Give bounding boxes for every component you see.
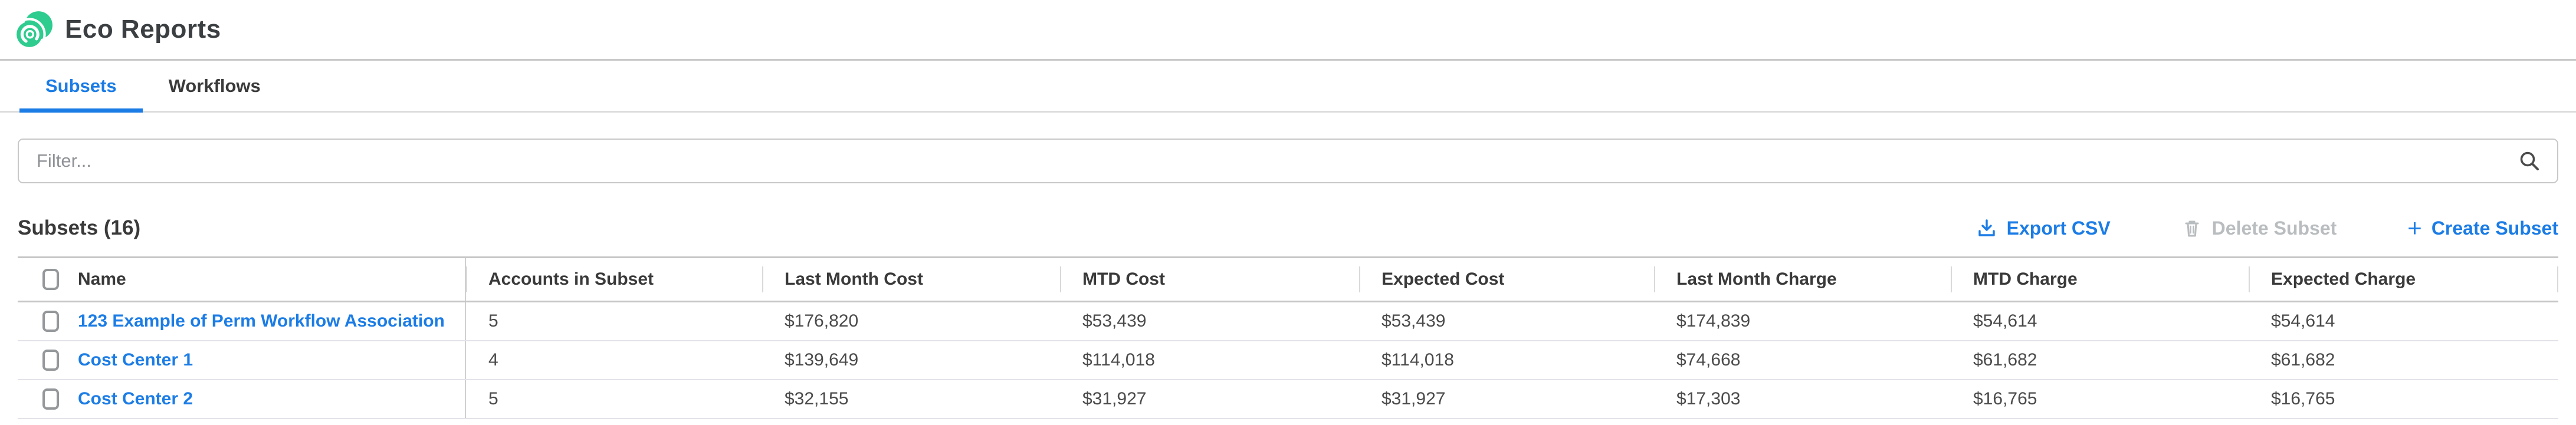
last-month-cost-cell: $32,155 (762, 380, 1060, 418)
last-month-cost-cell: $176,820 (762, 302, 1060, 340)
page-title: Eco Reports (65, 15, 221, 44)
row-checkbox[interactable] (42, 388, 59, 410)
subset-link[interactable]: Cost Center 2 (78, 389, 193, 409)
header-name-label: Name (78, 269, 126, 289)
mtd-cost-cell: $31,927 (1060, 380, 1359, 418)
accounts-cell: 5 (466, 380, 762, 418)
last-month-charge-cell: $174,839 (1654, 302, 1951, 340)
create-subset-label: Create Subset (2431, 218, 2558, 239)
tab-subsets[interactable]: Subsets (19, 61, 143, 111)
subset-link[interactable]: Cost Center 1 (78, 350, 193, 370)
search-icon[interactable] (2518, 150, 2541, 172)
subsets-table: Name Accounts in Subset Last Month Cost … (18, 256, 2558, 419)
table-row: 123 Example of Perm Workflow Association… (18, 302, 2558, 341)
header-mtd-charge: MTD Charge (1951, 258, 2249, 301)
delete-subset-label: Delete Subset (2212, 218, 2337, 239)
subset-link[interactable]: 123 Example of Perm Workflow Association (78, 311, 445, 331)
expected-cost-cell: $31,927 (1359, 380, 1654, 418)
filter-bar (18, 139, 2558, 183)
table-header: Name Accounts in Subset Last Month Cost … (18, 258, 2558, 302)
name-cell: 123 Example of Perm Workflow Association (18, 302, 466, 340)
mtd-charge-cell: $61,682 (1951, 341, 2249, 379)
expected-cost-cell: $53,439 (1359, 302, 1654, 340)
section-bar: Subsets (16) Export CSV Delete Subset + … (18, 216, 2558, 240)
accounts-cell: 4 (466, 341, 762, 379)
plus-icon: + (2407, 219, 2422, 237)
app-header: Eco Reports (0, 0, 2576, 61)
last-month-cost-cell: $139,649 (762, 341, 1060, 379)
table-actions: Export CSV Delete Subset + Create Subset (1976, 218, 2558, 239)
table-row: Cost Center 1 4 $139,649 $114,018 $114,0… (18, 341, 2558, 380)
mtd-cost-cell: $114,018 (1060, 341, 1359, 379)
eco-logo-icon (14, 10, 53, 49)
accounts-cell: 5 (466, 302, 762, 340)
section-title: Subsets (16) (18, 216, 140, 240)
delete-subset-button[interactable]: Delete Subset (2181, 218, 2337, 239)
tab-workflows[interactable]: Workflows (143, 61, 287, 111)
header-name: Name (18, 258, 466, 301)
header-last-month-charge: Last Month Charge (1654, 258, 1951, 301)
create-subset-button[interactable]: + Create Subset (2407, 218, 2558, 239)
export-csv-button[interactable]: Export CSV (1976, 218, 2111, 239)
tab-subsets-label: Subsets (45, 75, 117, 97)
header-expected-cost: Expected Cost (1359, 258, 1654, 301)
name-cell: Cost Center 1 (18, 341, 466, 379)
header-mtd-cost: MTD Cost (1060, 258, 1359, 301)
filter-input[interactable] (18, 139, 2558, 183)
expected-charge-cell: $54,614 (2249, 302, 2558, 340)
header-last-month-cost: Last Month Cost (762, 258, 1060, 301)
tab-bar: Subsets Workflows (0, 61, 2576, 113)
table-row: Cost Center 2 5 $32,155 $31,927 $31,927 … (18, 380, 2558, 419)
expected-cost-cell: $114,018 (1359, 341, 1654, 379)
mtd-charge-cell: $16,765 (1951, 380, 2249, 418)
name-cell: Cost Center 2 (18, 380, 466, 418)
row-checkbox[interactable] (42, 311, 59, 332)
last-month-charge-cell: $17,303 (1654, 380, 1951, 418)
expected-charge-cell: $16,765 (2249, 380, 2558, 418)
export-csv-label: Export CSV (2007, 218, 2111, 239)
mtd-cost-cell: $53,439 (1060, 302, 1359, 340)
download-icon (1976, 218, 1997, 239)
row-checkbox[interactable] (42, 350, 59, 371)
mtd-charge-cell: $54,614 (1951, 302, 2249, 340)
header-accounts: Accounts in Subset (466, 258, 762, 301)
expected-charge-cell: $61,682 (2249, 341, 2558, 379)
header-expected-charge: Expected Charge (2249, 258, 2558, 301)
table-body: 123 Example of Perm Workflow Association… (18, 302, 2558, 419)
select-all-checkbox[interactable] (42, 269, 59, 290)
trash-icon (2181, 218, 2203, 239)
last-month-charge-cell: $74,668 (1654, 341, 1951, 379)
tab-workflows-label: Workflows (169, 75, 261, 97)
